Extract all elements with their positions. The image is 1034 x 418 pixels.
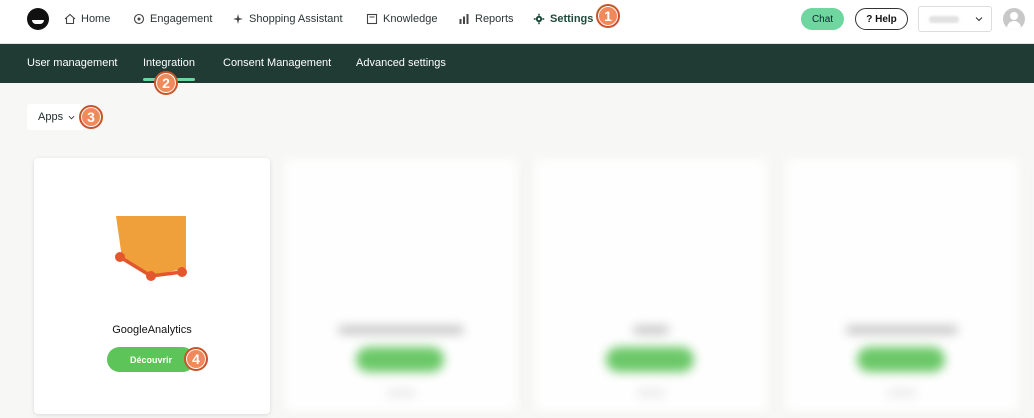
discover-button[interactable]: Découvrir [107, 347, 195, 372]
sparkle-icon [233, 14, 243, 24]
app-card-title: GoogleAnalytics [112, 324, 192, 336]
redacted-title [633, 326, 669, 334]
nav-home-label: Home [81, 13, 111, 25]
app-card-google-analytics: GoogleAnalytics Découvrir [34, 158, 270, 414]
redacted-discover-button[interactable] [857, 347, 945, 372]
redacted-title [846, 326, 958, 334]
tab-consent-management[interactable]: Consent Management [223, 57, 331, 69]
nav-shopping-assistant-label: Shopping Assistant [249, 13, 343, 25]
nav-knowledge[interactable]: Knowledge [366, 11, 437, 27]
bar-chart-icon [459, 14, 469, 24]
apps-filter-dropdown[interactable]: Apps [27, 104, 85, 130]
account-selector[interactable] [918, 6, 992, 32]
chat-button[interactable]: Chat [801, 8, 844, 30]
google-analytics-logo-icon [115, 216, 187, 281]
chevron-down-icon [68, 115, 75, 119]
engagement-icon [133, 13, 145, 25]
tab-advanced-settings[interactable]: Advanced settings [356, 57, 446, 69]
card-footer [637, 390, 665, 396]
annotation-badge-3: 3 [79, 105, 103, 129]
nav-reports[interactable]: Reports [458, 11, 514, 27]
redacted-discover-button[interactable] [606, 347, 694, 372]
nav-engagement[interactable]: Engagement [133, 11, 212, 27]
book-icon [366, 13, 378, 25]
chevron-down-icon [975, 17, 983, 22]
redacted-discover-button[interactable] [356, 347, 444, 372]
help-button[interactable]: ? Help [855, 8, 908, 30]
home-icon [64, 13, 76, 25]
annotation-badge-4: 4 [184, 347, 208, 371]
tab-user-management[interactable]: User management [27, 57, 118, 69]
tab-integration[interactable]: Integration [143, 57, 195, 81]
app-card-redacted [283, 158, 519, 414]
gear-icon [533, 13, 545, 25]
nav-settings[interactable]: Settings [533, 11, 593, 27]
nav-home[interactable]: Home [64, 11, 110, 27]
card-footer [387, 390, 415, 396]
nav-knowledge-label: Knowledge [383, 13, 438, 25]
app-card-redacted [784, 158, 1020, 414]
redacted-title [338, 326, 464, 334]
annotation-badge-2: 2 [154, 71, 178, 95]
nav-shopping-assistant[interactable]: Shopping Assistant [232, 11, 343, 27]
nav-reports-label: Reports [475, 13, 514, 25]
annotation-badge-1: 1 [596, 4, 620, 28]
nav-settings-label: Settings [550, 13, 594, 25]
card-footer [138, 390, 166, 396]
user-avatar-icon[interactable] [1003, 8, 1025, 30]
brand-logo[interactable] [27, 8, 49, 30]
nav-engagement-label: Engagement [150, 13, 213, 25]
apps-filter-label: Apps [38, 111, 64, 123]
top-navigation: Home Engagement Shopping Assistant Knowl… [0, 0, 1034, 44]
app-card-redacted [533, 158, 769, 414]
account-name-redacted [929, 16, 959, 23]
card-footer [888, 390, 916, 396]
